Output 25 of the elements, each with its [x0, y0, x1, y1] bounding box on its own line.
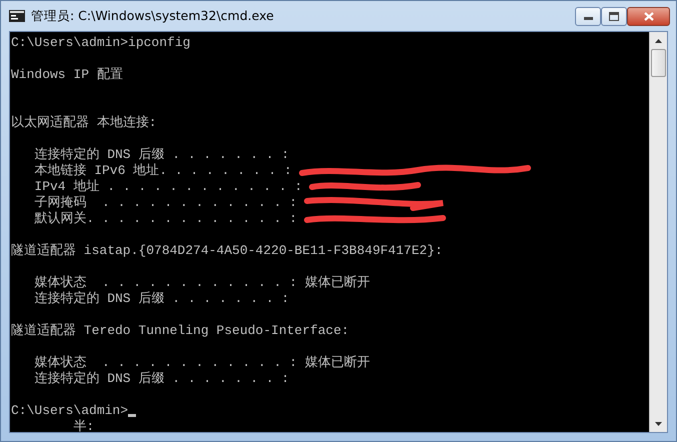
console-line: 媒体状态 . . . . . . . . . . . . : 媒体已断开 [33, 355, 370, 371]
console-line: 隧道适配器 Teredo Tunneling Pseudo-Interface: [11, 323, 350, 339]
console-app-icon [9, 10, 25, 22]
console-line: C:\Users\admin>ipconfig [11, 35, 190, 51]
scroll-thumb[interactable] [651, 49, 666, 77]
maximize-button[interactable] [601, 6, 627, 26]
console-line: 子网掩码 . . . . . . . . . . . . : [33, 195, 298, 211]
close-button[interactable] [627, 6, 670, 26]
console-line: 连接特定的 DNS 后缀 . . . . . . . : [33, 291, 290, 307]
console-line: 连接特定的 DNS 后缀 . . . . . . . : [33, 371, 290, 387]
console-line: 连接特定的 DNS 后缀 . . . . . . . : [33, 147, 290, 163]
minimize-button[interactable] [575, 6, 601, 26]
console-line: IPv4 地址 . . . . . . . . . . . . : [33, 179, 302, 195]
scrollbar[interactable] [649, 32, 667, 432]
console-line: Windows IP 配置 [11, 67, 123, 83]
close-icon [644, 12, 654, 20]
console-line: 媒体状态 . . . . . . . . . . . . : 媒体已断开 [33, 275, 370, 291]
console-line: 半: [72, 419, 94, 432]
console-line: C:\Users\admin> [11, 403, 128, 419]
console-line: 默认网关. . . . . . . . . . . . . : [33, 211, 298, 227]
console-line: 隧道适配器 isatap.{0784D274-4A50-4220-BE11-F3B849F417E2}: [11, 243, 443, 259]
maximize-icon [609, 12, 619, 20]
window-title: 管理员: C:\Windows\system32\cmd.exe [31, 6, 275, 25]
console-line: 本地链接 IPv6 地址. . . . . . . . : [33, 163, 292, 179]
console-line: 以太网适配器 本地连接: [11, 115, 157, 131]
